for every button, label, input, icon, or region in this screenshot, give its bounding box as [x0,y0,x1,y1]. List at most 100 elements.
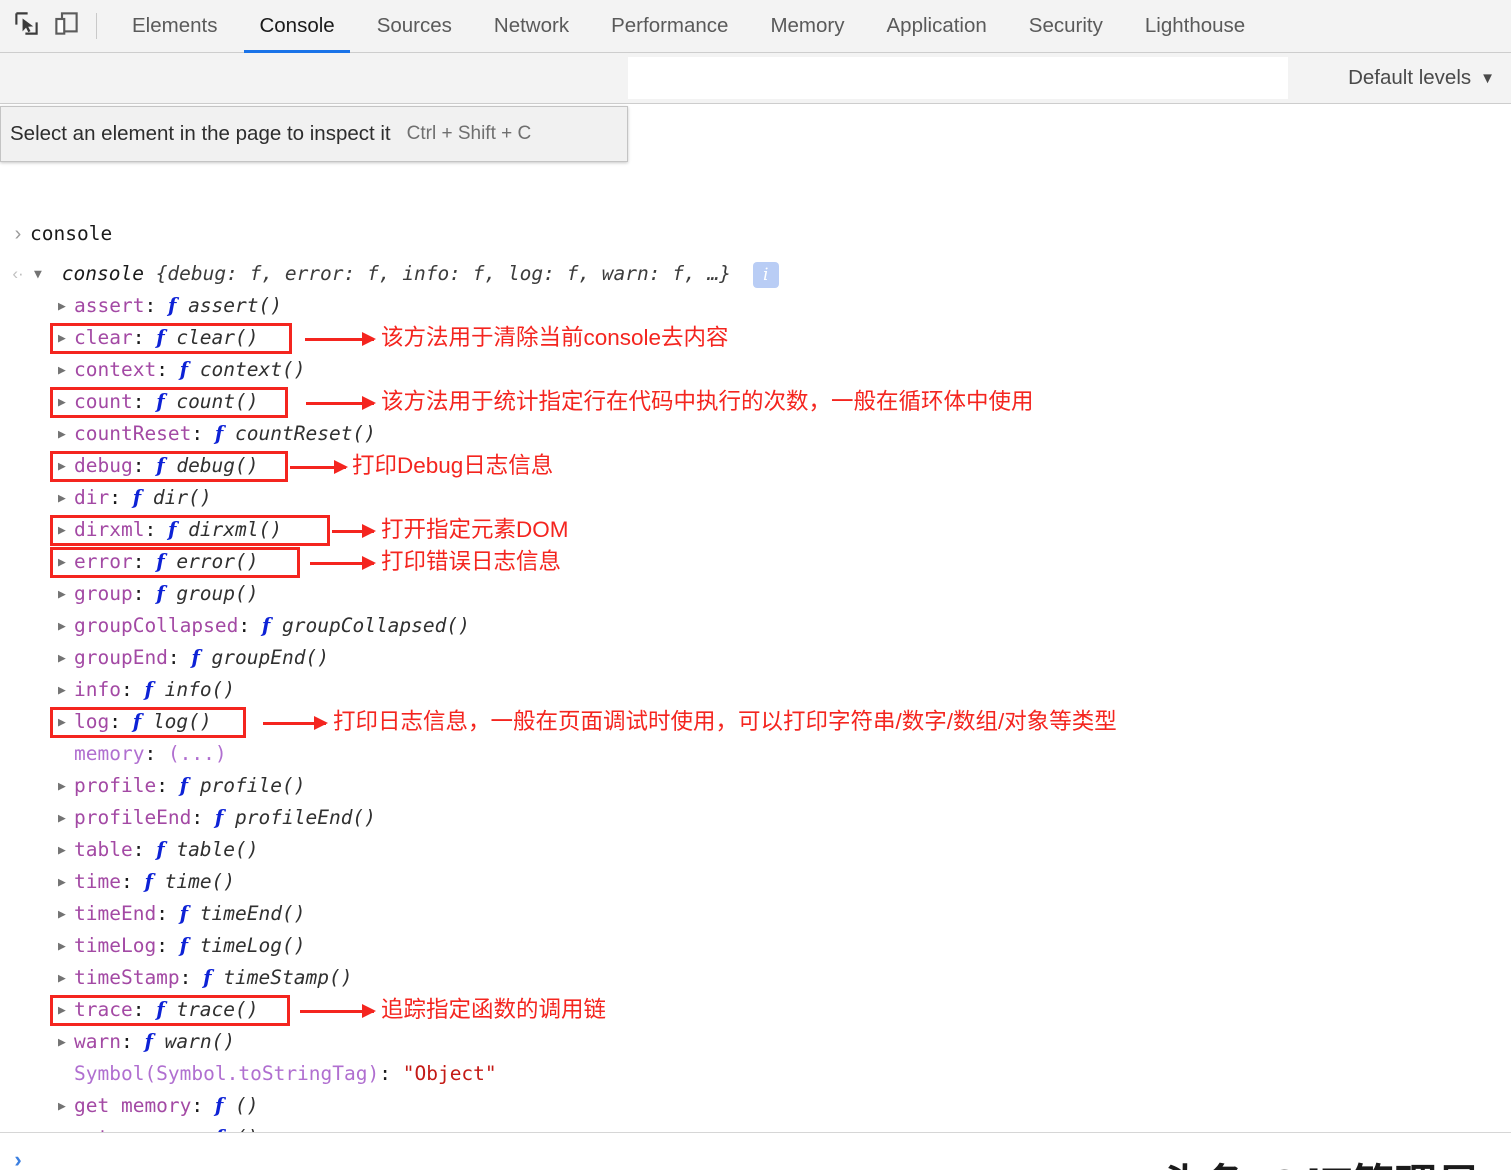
property-expander-toggle[interactable]: ▶ [58,387,74,419]
tab-sources[interactable]: Sources [356,0,473,53]
property-value: groupEnd() [211,646,329,669]
tab-network[interactable]: Network [473,0,590,53]
tab-application[interactable]: Application [866,0,1008,53]
object-property-row[interactable]: ▶ assert: f assert() [58,290,282,322]
annotation-text: 该方法用于清除当前console去内容 [381,325,729,350]
property-expander-toggle[interactable]: ▶ [58,419,74,451]
object-property-row[interactable]: ▶ timeStamp: f timeStamp() [58,962,352,994]
property-value: error() [176,550,259,573]
property-expander-toggle[interactable]: ▶ [58,995,74,1027]
property-expander-toggle[interactable]: ▶ [58,611,74,643]
object-property-row[interactable]: ▶ context: f context() [58,354,305,386]
property-name: timeEnd [74,902,157,925]
console-output-area[interactable]: › console ‹· ▼ console {debug: f, error:… [0,104,1511,1132]
object-property-row[interactable]: ▶ profileEnd: f profileEnd() [58,802,376,834]
property-expander-toggle[interactable]: ▶ [58,675,74,707]
property-expander-toggle[interactable]: ▶ [58,1123,74,1133]
object-property-row[interactable]: ▶ group: f group() [58,578,259,610]
property-expander-toggle[interactable]: ▶ [58,899,74,931]
object-property-row[interactable]: ▶ debug: f debug() [58,450,259,482]
object-property-row[interactable]: ▶ groupEnd: f groupEnd() [58,642,329,674]
function-marker: f [144,1030,153,1053]
property-value: count() [176,390,259,413]
object-property-row[interactable]: ▶ time: f time() [58,866,235,898]
property-value: timeLog() [199,934,306,957]
object-property-row[interactable]: ▶ dirxml: f dirxml() [58,514,282,546]
object-property-row[interactable]: ▶ log: f log() [58,706,212,738]
tab-lighthouse[interactable]: Lighthouse [1124,0,1266,53]
property-value: warn() [164,1030,236,1053]
property-expander-toggle[interactable]: ▶ [58,483,74,515]
object-property-row[interactable]: ▶ clear: f clear() [58,322,259,354]
tab-label: Performance [611,14,729,37]
property-expander-toggle[interactable]: ▶ [58,643,74,675]
tab-memory[interactable]: Memory [749,0,865,53]
property-separator: : [379,1062,403,1085]
property-name: Symbol(Symbol.toStringTag) [74,1062,380,1085]
inspect-element-button[interactable] [6,6,46,46]
object-property-row[interactable]: ▶ info: f info() [58,674,235,706]
object-property-row[interactable]: ▶ groupCollapsed: f groupCollapsed() [58,610,470,642]
annotation-arrow [306,396,376,410]
property-expander-toggle[interactable]: ▶ [58,963,74,995]
object-property-row[interactable]: ▶ error: f error() [58,546,259,578]
property-expander-toggle[interactable]: ▶ [58,1027,74,1059]
object-property-row[interactable]: memory: (...) [58,738,227,770]
property-expander-toggle[interactable]: ▶ [58,835,74,867]
object-property-row[interactable]: Symbol(Symbol.toStringTag): "Object" [58,1058,497,1090]
devtools-toolbar: Elements Console Sources Network Perform… [0,0,1511,53]
object-property-row[interactable]: ▶ trace: f trace() [58,994,259,1026]
function-marker: f [167,518,177,541]
object-property-row[interactable]: ▶ warn: f warn() [58,1026,235,1058]
property-expander-toggle[interactable]: ▶ [58,291,74,323]
property-value: log() [152,710,212,733]
property-expander-toggle[interactable]: ▶ [58,707,74,739]
object-property-row[interactable]: ▶ dir: f dir() [58,482,212,514]
property-separator: : [109,486,133,509]
property-name: dir [74,486,110,509]
property-expander-toggle[interactable]: ▶ [58,515,74,547]
property-expander-toggle[interactable]: ▶ [58,931,74,963]
object-property-row[interactable]: ▶ timeEnd: f timeEnd() [58,898,305,930]
device-toolbar-button[interactable] [46,6,86,46]
property-expander-toggle[interactable]: ▶ [58,547,74,579]
property-separator: : [120,870,145,893]
property-expander-toggle[interactable]: ▶ [58,323,74,355]
property-name: debug [74,454,133,477]
object-expander-toggle[interactable]: ▼ [34,259,50,291]
object-property-row[interactable]: ▶ profile: f profile() [58,770,305,802]
property-name: groupCollapsed [74,614,239,637]
property-value: info() [164,678,236,701]
tab-performance[interactable]: Performance [590,0,749,53]
function-marker: f [167,294,177,317]
console-prompt-bar[interactable]: › 头条 @IT管理局 [0,1132,1511,1170]
object-property-row[interactable]: ▶ table: f table() [58,834,259,866]
annotation-arrow [332,524,376,538]
log-levels-dropdown[interactable]: Default levels ▼ [1348,53,1495,103]
property-expander-toggle[interactable]: ▶ [58,867,74,899]
object-property-row[interactable]: ▶ get memory: f () [58,1090,259,1122]
tab-console[interactable]: Console [238,0,355,53]
tab-elements[interactable]: Elements [111,0,238,53]
property-separator: : [191,422,215,445]
property-expander-toggle[interactable]: ▶ [58,1091,74,1123]
property-separator: : [132,582,157,605]
function-marker: f [132,710,142,733]
property-expander-toggle[interactable]: ▶ [58,451,74,483]
console-filter-input[interactable] [628,57,1288,99]
object-property-row[interactable]: ▶ count: f count() [58,386,259,418]
object-property-row[interactable]: ▶set memory: f () [58,1122,259,1132]
tab-security[interactable]: Security [1008,0,1124,53]
property-value: profile() [199,774,306,797]
property-expander-toggle[interactable]: ▶ [58,579,74,611]
property-expander-toggle[interactable]: ▶ [58,771,74,803]
property-value: groupCollapsed() [282,614,470,637]
property-separator: : [144,294,168,317]
annotation-text: 打开指定元素DOM [381,517,569,542]
object-property-row[interactable]: ▶ timeLog: f timeLog() [58,930,305,962]
info-icon[interactable]: i [752,261,779,288]
property-name: trace [74,998,133,1021]
property-expander-toggle[interactable]: ▶ [58,803,74,835]
property-expander-toggle[interactable]: ▶ [58,355,74,387]
object-property-row[interactable]: ▶ countReset: f countReset() [58,418,376,450]
